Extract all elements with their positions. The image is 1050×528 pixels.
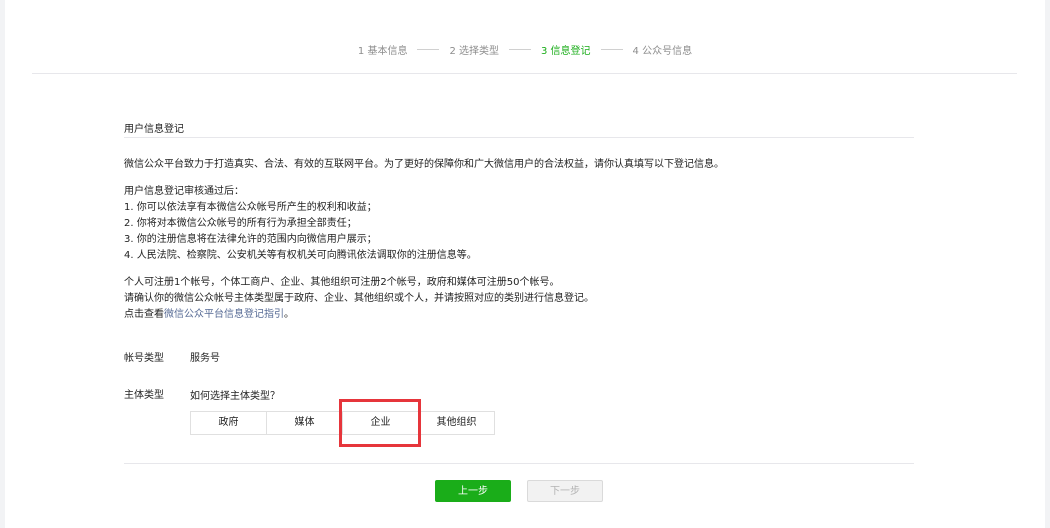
subject-option-media[interactable]: 媒体 — [267, 412, 343, 434]
section-divider — [124, 137, 914, 138]
subject-type-selector: 政府 媒体 企业 其他组织 — [190, 411, 495, 435]
note-suffix: 。 — [284, 309, 294, 320]
footer-divider — [124, 463, 914, 464]
page: 1 基本信息 2 选择类型 3 信息登记 4 公众号信息 用户信息登记 微信公众… — [0, 0, 1050, 528]
step-connector — [600, 49, 623, 50]
step-connector — [509, 49, 531, 50]
subject-option-other-org[interactable]: 其他组织 — [419, 412, 494, 434]
registration-guide-link[interactable]: 微信公众平台信息登记指引 — [164, 309, 284, 320]
step-connector — [417, 49, 440, 50]
account-type-value: 服务号 — [190, 353, 220, 364]
note-line-3: 点击查看微信公众平台信息登记指引。 — [124, 307, 294, 323]
note-line-1: 个人可注册1个帐号，个体工商户、企业、其他组织可注册2个帐号，政府和媒体可注册5… — [124, 277, 560, 288]
steps-divider — [32, 73, 1017, 74]
step-progress: 1 基本信息 2 选择类型 3 信息登记 4 公众号信息 — [5, 42, 1045, 57]
step-4: 4 公众号信息 — [632, 46, 693, 57]
rule-item-1: 1. 你可以依法享有本微信公众帐号所产生的权利和收益； — [124, 202, 377, 213]
step-1: 1 基本信息 — [357, 46, 408, 57]
subject-option-government[interactable]: 政府 — [191, 412, 267, 434]
subject-type-help-link[interactable]: 如何选择主体类型？ — [190, 387, 280, 402]
note-prefix: 点击查看 — [124, 309, 164, 320]
subject-type-label: 主体类型 — [124, 390, 164, 401]
step-2: 2 选择类型 — [449, 46, 499, 57]
section-title: 用户信息登记 — [124, 124, 184, 135]
next-step-button[interactable]: 下一步 — [527, 480, 603, 502]
subject-option-enterprise[interactable]: 企业 — [343, 412, 419, 434]
rule-item-3: 3. 你的注册信息将在法律允许的范围内向微信用户展示； — [124, 234, 377, 245]
account-type-label: 帐号类型 — [124, 353, 164, 364]
step-3-active: 3 信息登记 — [541, 46, 591, 57]
rule-item-4: 4. 人民法院、检察院、公安机关等有权机关可向腾讯依法调取你的注册信息等。 — [124, 250, 477, 261]
prev-step-button[interactable]: 上一步 — [435, 480, 511, 502]
note-line-2: 请确认你的微信公众帐号主体类型属于政府、企业、其他组织或个人，并请按照对应的类别… — [124, 293, 594, 304]
rule-item-2: 2. 你将对本微信公众帐号的所有行为承担全部责任； — [124, 218, 357, 229]
rules-heading: 用户信息登记审核通过后： — [124, 186, 244, 197]
intro-text: 微信公众平台致力于打造真实、合法、有效的互联网平台。为了更好的保障你和广大微信用… — [124, 159, 724, 170]
registration-card: 1 基本信息 2 选择类型 3 信息登记 4 公众号信息 — [5, 0, 1045, 528]
